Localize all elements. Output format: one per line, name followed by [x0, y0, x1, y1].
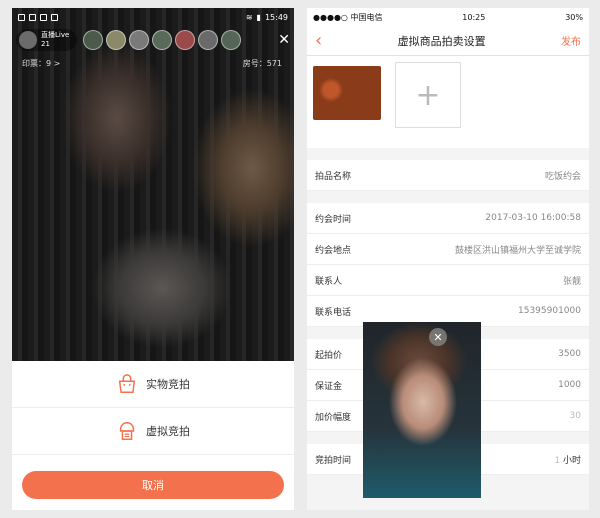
- status-bar: ≋ ▮ 15:49: [12, 8, 294, 26]
- chevron-left-icon[interactable]: ‹: [315, 31, 322, 50]
- viewer-avatar[interactable]: [106, 30, 127, 50]
- virtual-auction-label: 虚拟竞拍: [146, 425, 190, 438]
- close-icon[interactable]: ✕: [429, 328, 447, 346]
- shopping-bag-icon: [118, 374, 136, 393]
- viewer-avatar[interactable]: [198, 30, 219, 50]
- notification-icons: [18, 13, 58, 21]
- host-info[interactable]: 直播Live 21: [16, 29, 78, 51]
- duration-label: 竞拍时间: [315, 455, 352, 466]
- duration-value[interactable]: 1: [554, 456, 560, 466]
- item-photo-thumbnail[interactable]: [313, 66, 381, 120]
- viewer-avatar[interactable]: [221, 30, 242, 50]
- plus-icon: +: [415, 77, 441, 113]
- divider: [307, 148, 589, 160]
- host-name: 直播Live: [41, 31, 70, 39]
- publish-button[interactable]: 发布: [561, 33, 581, 48]
- notification-icon: [40, 13, 47, 21]
- meeting-place-row[interactable]: 约会地点 鼓楼区洪山镇福州大学至诚学院: [307, 234, 589, 265]
- meeting-time-value[interactable]: 2017-03-10 16:00:58: [485, 213, 581, 223]
- left-phone-screen: ≋ ▮ 15:49 直播Live 21 ✕ 印票：9 > 房号：571 实物竞拍…: [12, 8, 294, 510]
- wifi-icon: ≋: [245, 12, 253, 22]
- viewer-avatar[interactable]: [152, 30, 173, 50]
- viewer-avatar[interactable]: [175, 30, 196, 50]
- right-phone-screen: ●●●●○ 中国电信 10:25 30% ‹ 虚拟商品拍卖设置 发布 + 拍品名…: [307, 8, 589, 510]
- increment-label: 加价幅度: [315, 412, 352, 423]
- phone-label: 联系电话: [315, 307, 352, 318]
- viewer-avatars: [83, 30, 242, 50]
- host-avatar[interactable]: [19, 31, 37, 49]
- cancel-button[interactable]: 取消: [22, 471, 284, 499]
- duration-unit: 小时: [562, 455, 581, 466]
- meeting-time-label: 约会时间: [315, 214, 352, 225]
- notification-icon: [51, 13, 58, 21]
- notification-icon: [18, 13, 25, 21]
- item-name-value[interactable]: 吃饭约会: [545, 169, 581, 182]
- meeting-place-value[interactable]: 鼓楼区洪山镇福州大学至诚学院: [455, 243, 581, 256]
- virtual-bag-icon: [119, 422, 135, 440]
- contact-row[interactable]: 联系人 张靓: [307, 265, 589, 296]
- carrier: ●●●●○ 中国电信: [313, 12, 383, 22]
- image-upload-area: +: [307, 56, 589, 148]
- virtual-auction-option[interactable]: 虚拟竞拍: [12, 408, 294, 455]
- phone-value[interactable]: 15395901000: [518, 306, 581, 316]
- room-number: 房号：571: [242, 59, 282, 68]
- increment-value[interactable]: 30: [570, 411, 581, 421]
- viewer-avatar[interactable]: [129, 30, 150, 50]
- contact-value[interactable]: 张靓: [563, 274, 581, 287]
- notification-icon: [29, 13, 36, 21]
- viewer-avatar[interactable]: [83, 30, 104, 50]
- duration-value-group[interactable]: 1 小时: [554, 453, 581, 466]
- live-header: 直播Live 21 ✕: [16, 28, 290, 52]
- contact-label: 联系人: [315, 276, 343, 287]
- status-time: 10:25: [462, 12, 486, 22]
- ticket-count[interactable]: 印票：9 >: [22, 58, 60, 69]
- signal-icon: ▮: [256, 12, 261, 22]
- close-icon[interactable]: ✕: [278, 33, 290, 47]
- nav-bar: ‹ 虚拟商品拍卖设置 发布: [307, 26, 589, 56]
- live-stats: 印票：9 > 房号：571: [22, 58, 282, 69]
- add-photo-button[interactable]: +: [395, 62, 461, 128]
- divider: [307, 191, 589, 203]
- start-price-value[interactable]: 3500: [558, 349, 581, 359]
- item-name-row[interactable]: 拍品名称 吃饭约会: [307, 160, 589, 191]
- portrait-popup: ✕: [363, 322, 481, 498]
- meeting-place-label: 约会地点: [315, 245, 352, 256]
- meeting-time-row[interactable]: 约会时间 2017-03-10 16:00:58: [307, 203, 589, 234]
- start-price-label: 起拍价: [315, 350, 343, 361]
- portrait-image: [363, 322, 481, 498]
- physical-auction-option[interactable]: 实物竞拍: [12, 361, 294, 408]
- physical-auction-label: 实物竞拍: [146, 378, 190, 391]
- auction-type-sheet: 实物竞拍 虚拟竞拍 取消: [12, 361, 294, 510]
- host-count: 21: [41, 40, 50, 48]
- item-name-label: 拍品名称: [315, 171, 352, 182]
- page-title: 虚拟商品拍卖设置: [397, 34, 486, 48]
- deposit-label: 保证金: [315, 381, 343, 392]
- deposit-value[interactable]: 1000: [558, 380, 581, 390]
- status-bar: ●●●●○ 中国电信 10:25 30%: [307, 8, 589, 26]
- status-time: 15:49: [264, 12, 288, 22]
- battery-level: 30%: [565, 12, 583, 22]
